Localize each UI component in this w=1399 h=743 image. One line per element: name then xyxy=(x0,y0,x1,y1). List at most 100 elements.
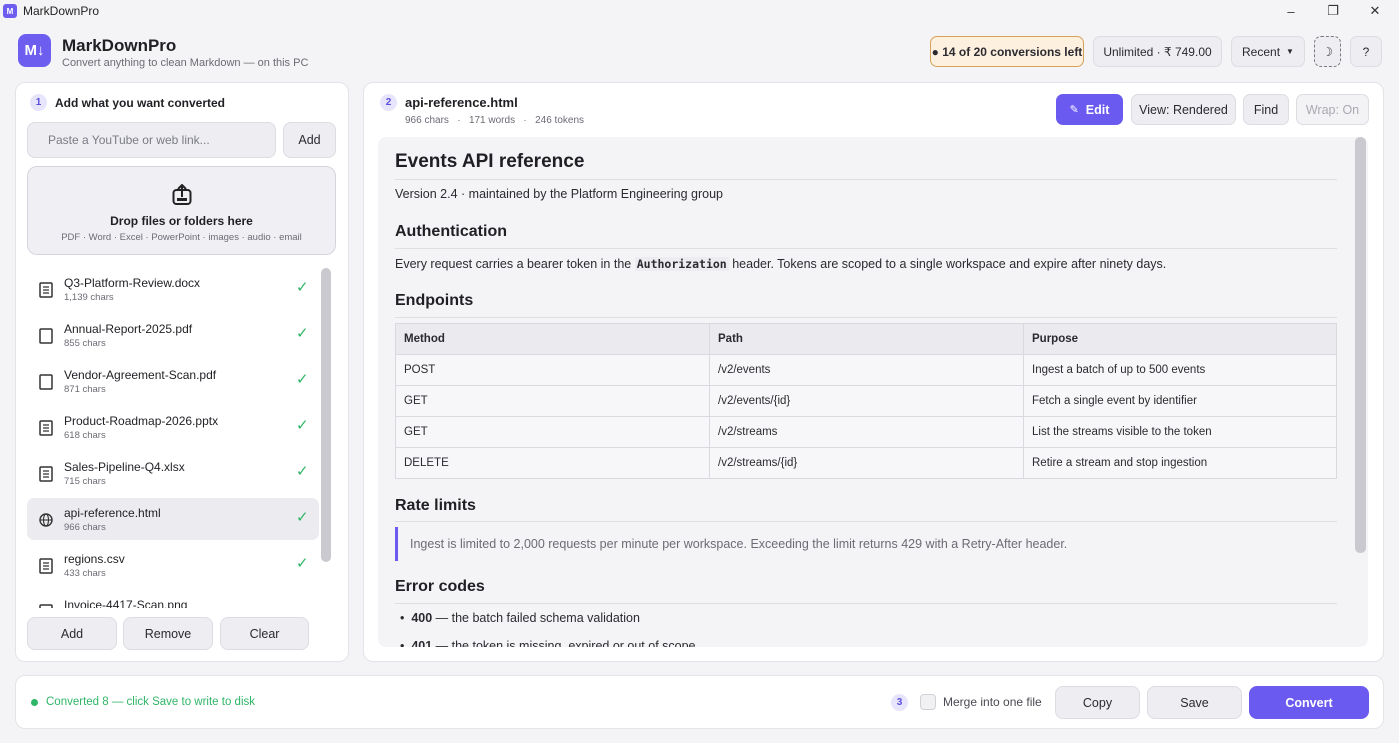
maximize-button[interactable]: ❐ xyxy=(1310,0,1356,22)
auth-paragraph: Every request carries a bearer token in … xyxy=(395,257,1166,271)
doc-title: Events API reference xyxy=(395,151,585,172)
close-button[interactable]: ✕ xyxy=(1352,0,1398,22)
file-item[interactable]: Vendor-Agreement-Scan.pdf 871 chars ✓ xyxy=(27,360,319,402)
table-row: GET /v2/streams List the streams visible… xyxy=(395,416,1337,448)
check-icon: ✓ xyxy=(296,509,309,526)
table-row: POST /v2/events Ingest a batch of up to … xyxy=(395,354,1337,386)
document-icon xyxy=(39,420,53,436)
table-cell: /v2/streams xyxy=(709,416,1024,448)
heading-rule xyxy=(395,603,1337,604)
file-chars: 871 chars xyxy=(64,384,106,395)
edit-label: Edit xyxy=(1085,102,1110,117)
chevron-down-icon: ▼ xyxy=(1286,47,1294,56)
blockquote-text: Ingest is limited to 2,000 requests per … xyxy=(410,537,1068,551)
file-item[interactable]: Annual-Report-2025.pdf 855 chars ✓ xyxy=(27,314,319,356)
pencil-icon: ✎ xyxy=(1069,104,1079,116)
file-name: api-reference.html xyxy=(64,506,161,520)
conversions-left-badge[interactable]: ● 14 of 20 conversions left xyxy=(930,36,1084,67)
heading-rule xyxy=(395,179,1337,180)
file-item[interactable]: regions.csv 433 chars ✓ xyxy=(27,544,319,586)
list-item: • 401 — the token is missing, expired or… xyxy=(400,639,696,647)
copy-button[interactable]: Copy xyxy=(1055,686,1140,719)
file-item[interactable]: Q3-Platform-Review.docx 1,139 chars ✓ xyxy=(27,268,319,310)
check-icon: ✓ xyxy=(296,279,309,296)
input-panel-title: Add what you want converted xyxy=(55,96,226,110)
view-mode-button[interactable]: View: Rendered xyxy=(1131,94,1236,125)
add-files-button[interactable]: Add xyxy=(27,617,117,650)
endpoints-table: Method Path Purpose POST /v2/events Inge… xyxy=(395,323,1337,479)
theme-toggle-button[interactable]: ☽ xyxy=(1314,36,1341,67)
find-button[interactable]: Find xyxy=(1243,94,1289,125)
table-cell: GET xyxy=(395,416,710,448)
table-row: DELETE /v2/streams/{id} Retire a stream … xyxy=(395,447,1337,479)
stat-separator: · xyxy=(517,115,533,126)
file-item[interactable]: Invoice-4417-Scan.png xyxy=(27,590,319,608)
status-dot-icon xyxy=(31,699,38,706)
merge-label[interactable]: Merge into one file xyxy=(943,695,1042,709)
recent-label: Recent xyxy=(1242,44,1281,59)
convert-button[interactable]: Convert xyxy=(1249,686,1369,719)
app-logo: M↓ xyxy=(18,34,51,67)
file-dropzone[interactable]: Drop files or folders here PDF · Word · … xyxy=(27,166,336,255)
table-cell: Fetch a single event by identifier xyxy=(1023,385,1337,417)
check-icon: ✓ xyxy=(296,417,309,434)
table-cell: /v2/events xyxy=(709,354,1024,386)
table-header: Method xyxy=(395,323,710,355)
app-name: MarkDownPro xyxy=(62,36,177,55)
page-icon xyxy=(39,328,53,344)
file-item[interactable]: Sales-Pipeline-Q4.xlsx 715 chars ✓ xyxy=(27,452,319,494)
file-name: Annual-Report-2025.pdf xyxy=(64,322,193,336)
list-item: • 400 — the batch failed schema validati… xyxy=(400,611,640,625)
rate-limits-heading: Rate limits xyxy=(395,497,476,514)
preview-scrollbar[interactable] xyxy=(1355,137,1366,553)
clear-button[interactable]: Clear xyxy=(220,617,309,650)
globe-icon xyxy=(39,513,53,527)
minimize-button[interactable]: – xyxy=(1268,0,1314,22)
remove-button[interactable]: Remove xyxy=(123,617,213,650)
file-list: Q3-Platform-Review.docx 1,139 chars ✓ An… xyxy=(27,268,320,608)
table-cell: List the streams visible to the token xyxy=(1023,416,1337,448)
auth-text-before: Every request carries a bearer token in … xyxy=(395,257,635,271)
add-link-button[interactable]: Add xyxy=(283,122,336,158)
help-button[interactable]: ? xyxy=(1350,36,1382,67)
step-number-1: 1 xyxy=(30,94,47,111)
document-stats: 966 chars · 171 words · 246 tokens xyxy=(405,115,584,126)
auth-code: Authorization xyxy=(634,257,729,271)
save-button[interactable]: Save xyxy=(1147,686,1242,719)
link-input[interactable] xyxy=(27,122,276,158)
error-codes-heading: Error codes xyxy=(395,578,485,595)
document-icon xyxy=(39,466,53,482)
merge-checkbox[interactable] xyxy=(920,694,936,710)
table-header: Path xyxy=(709,323,1024,355)
check-icon: ✓ xyxy=(296,463,309,480)
page-icon xyxy=(39,374,53,390)
step-number-2: 2 xyxy=(380,94,397,111)
table-cell: /v2/events/{id} xyxy=(709,385,1024,417)
auth-text-after: header. Tokens are scoped to a single wo… xyxy=(728,257,1167,271)
file-chars: 966 chars xyxy=(64,522,106,533)
rate-limit-blockquote: Ingest is limited to 2,000 requests per … xyxy=(395,527,1337,561)
file-item-selected[interactable]: api-reference.html 966 chars ✓ xyxy=(27,498,319,540)
wrap-toggle-button[interactable]: Wrap: On xyxy=(1296,94,1369,125)
recent-button[interactable]: Recent ▼ xyxy=(1231,36,1305,67)
stat-separator: · xyxy=(451,115,467,126)
plan-button[interactable]: Unlimited · ₹ 749.00 xyxy=(1093,36,1222,67)
moon-icon: ☽ xyxy=(1322,44,1333,59)
markdown-preview[interactable]: Events API reference Version 2.4 · maint… xyxy=(378,137,1368,647)
upload-icon xyxy=(172,184,192,205)
file-item[interactable]: Product-Roadmap-2026.pptx 618 chars ✓ xyxy=(27,406,319,448)
edit-button[interactable]: ✎ Edit xyxy=(1056,94,1123,125)
version-line: Version 2.4 · maintained by the Platform… xyxy=(395,187,723,201)
check-icon: ✓ xyxy=(296,371,309,388)
file-chars: 433 chars xyxy=(64,568,106,579)
dropzone-formats: PDF · Word · Excel · PowerPoint · images… xyxy=(61,232,302,243)
dropzone-title: Drop files or folders here xyxy=(110,214,253,228)
table-header-row: Method Path Purpose xyxy=(395,323,1337,355)
check-icon: ✓ xyxy=(296,325,309,342)
table-cell: POST xyxy=(395,354,710,386)
file-name: Product-Roadmap-2026.pptx xyxy=(64,414,219,428)
file-list-scrollbar[interactable] xyxy=(321,268,331,562)
document-icon xyxy=(39,282,53,298)
heading-rule xyxy=(395,248,1337,249)
file-chars: 618 chars xyxy=(64,430,106,441)
